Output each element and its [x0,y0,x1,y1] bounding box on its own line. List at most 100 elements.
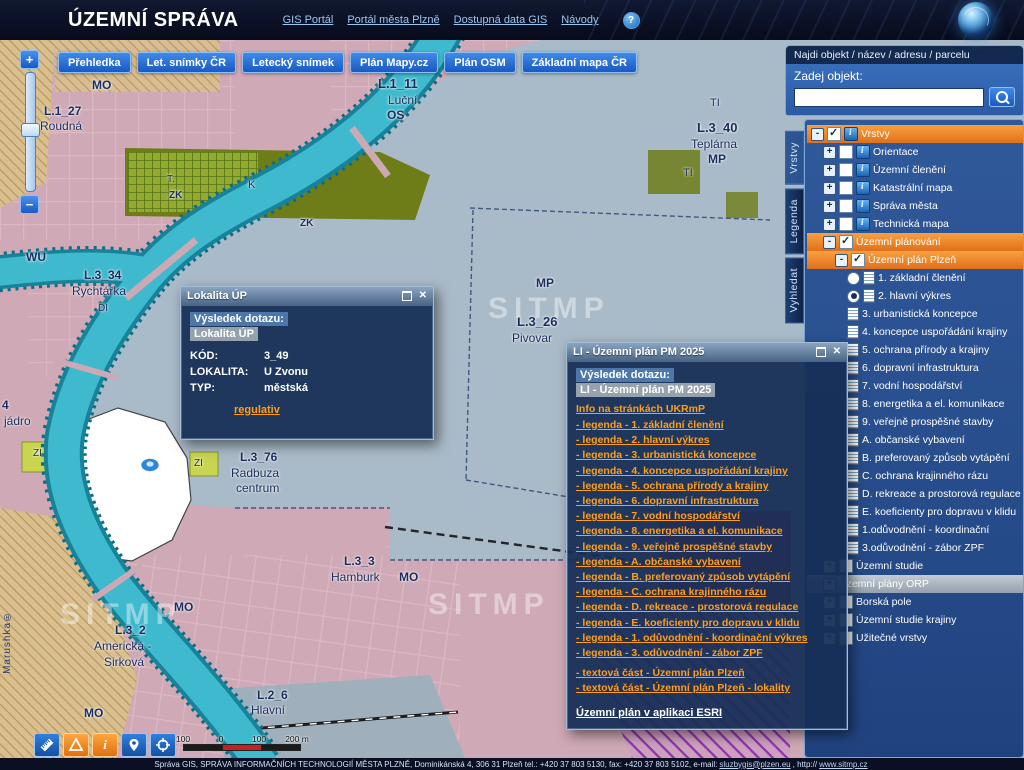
nav-portal-mesta-link[interactable]: Portál města Plzně [347,14,439,26]
legend-link[interactable]: - legenda - 8. energetika a el. komunika… [576,524,838,539]
basemap-let-snimky-button[interactable]: Let. snímky ČR [137,52,236,73]
plan-popup-titlebar[interactable]: LI - Územní plán PM 2025 [567,343,847,361]
layer-item-label: 8. energetika a el. komunikace [862,398,1004,410]
tab-legenda[interactable]: Legenda [785,188,804,254]
legend-link[interactable]: - legenda - 6. dopravní infrastruktura [576,494,838,509]
info-icon[interactable] [856,199,870,213]
zoom-in-button[interactable]: + [20,50,39,69]
checkbox[interactable] [839,217,853,231]
legend-link[interactable]: - legenda - 9. veřejně prospěšné stavby [576,540,838,555]
legend-link[interactable]: - legenda - 5. ochrana přírody a krajiny [576,479,838,494]
minimize-icon[interactable] [402,291,412,301]
layer-item[interactable]: 1. základní členění [807,269,1023,287]
legend-link[interactable]: - legenda - C. ochrana krajinného rázu [576,585,838,600]
layer-group-uzemni-cleneni[interactable]: + Územní členění [807,161,1023,179]
legend-link[interactable]: - legenda - A. občanské vybavení [576,555,838,570]
legend-link[interactable]: - legenda - 3. odůvodnění - zábor ZPF [576,646,838,661]
close-icon[interactable] [419,291,427,301]
expand-icon[interactable]: + [823,146,836,159]
layer-item[interactable]: 2. hlavní výkres [807,287,1023,305]
nav-navody-link[interactable]: Návody [561,14,598,26]
result-value: Lokalita ÚP [190,327,258,341]
info-icon[interactable] [844,127,858,141]
layer-group-vrstvy[interactable]: - Vrstvy [807,125,1023,143]
map-pin-marker[interactable] [141,458,160,472]
nav-gis-portal-link[interactable]: GIS Portál [283,14,334,26]
legend-link[interactable]: - legenda - B. preferovaný způsob vytápě… [576,570,838,585]
layer-doc-icon [863,271,875,285]
help-icon[interactable]: ? [623,12,640,29]
location-pin-icon [126,737,142,753]
zoom-slider[interactable] [25,72,36,192]
expand-icon[interactable]: + [823,200,836,213]
text-part-link[interactable]: - textová část - Územní plán Plzeň - lok… [576,681,838,696]
layer-group-uzemni-plan-plzen[interactable]: - Územní plán Plzeň [807,251,1023,269]
checkbox[interactable] [839,235,853,249]
legend-link[interactable]: - legenda - E. koeficienty pro dopravu v… [576,616,838,631]
footer-url-link[interactable]: www.sitmp.cz [819,760,867,769]
checkbox[interactable] [839,199,853,213]
text-part-link[interactable]: - textová část - Územní plán Plzeň [576,666,838,681]
collapse-icon[interactable]: - [811,128,824,141]
layer-radio-button[interactable] [847,290,860,303]
basemap-plan-osm-button[interactable]: Plán OSM [444,52,515,73]
expand-icon[interactable]: + [823,164,836,177]
app-title: ÚZEMNÍ SPRÁVA [68,9,239,32]
compass-tool-button[interactable] [150,733,176,757]
lokalita-popup-titlebar[interactable]: Lokalita ÚP [181,287,433,305]
info-icon[interactable] [856,145,870,159]
layer-doc-icon [847,415,859,429]
info-icon[interactable] [856,181,870,195]
basemap-zakladni-mapa-button[interactable]: Základní mapa ČR [522,52,637,73]
checkbox[interactable] [839,145,853,159]
info-tool-button[interactable]: i [92,733,118,757]
legend-link[interactable]: - legenda - 1. základní členění [576,418,838,433]
minimize-icon[interactable] [816,347,826,357]
basemap-prehledka-button[interactable]: Přehledka [58,52,131,73]
footer-email-link[interactable]: sluzbygis@plzen.eu [719,760,790,769]
tab-vrstvy[interactable]: Vrstvy [785,131,804,185]
basemap-letecky-snimek-button[interactable]: Letecký snímek [242,52,344,73]
legend-link[interactable]: - legenda - 4. koncepce uspořádání kraji… [576,464,838,479]
expand-icon[interactable]: + [823,182,836,195]
checkbox[interactable] [851,253,865,267]
basemap-plan-mapycz-button[interactable]: Plán Mapy.cz [350,52,438,73]
layer-group-uzemni-planovani[interactable]: - Územní plánování [807,233,1023,251]
location-tool-button[interactable] [121,733,147,757]
layer-item[interactable]: 3. urbanistická koncepce [807,305,1023,323]
info-icon[interactable] [856,163,870,177]
search-button[interactable] [989,87,1015,107]
legend-link[interactable]: - legenda - 1. odůvodnění - koordinační … [576,631,838,646]
layer-group-orientace[interactable]: + Orientace [807,143,1023,161]
legend-link[interactable]: - legenda - 7. vodní hospodářství [576,509,838,524]
esri-app-link[interactable]: Územní plán v aplikaci ESRI [576,707,838,719]
checkbox[interactable] [839,181,853,195]
zoom-slider-handle[interactable] [21,123,40,137]
measure-tool-button[interactable] [34,733,60,757]
legend-link[interactable]: - legenda - 2. hlavní výkres [576,433,838,448]
layer-group-katastralni-mapa[interactable]: + Katastrální mapa [807,179,1023,197]
info-icon[interactable] [856,217,870,231]
lokalita-popup: Lokalita ÚP Výsledek dotazu: Lokalita ÚP… [180,286,434,440]
nav-dostupna-data-link[interactable]: Dostupná data GIS [454,14,548,26]
search-input[interactable] [794,88,984,107]
expand-icon[interactable]: + [823,218,836,231]
layer-radio-button[interactable] [847,272,860,285]
collapse-icon[interactable]: - [823,236,836,249]
layer-group-label: Vrstvy [861,128,890,140]
zoom-out-button[interactable]: − [20,195,39,214]
collapse-icon[interactable]: - [835,254,848,267]
legend-link[interactable]: - legenda - D. rekreace - prostorová reg… [576,600,838,615]
tab-vyhledat[interactable]: Vyhledat [785,257,804,323]
legend-link[interactable]: - legenda - 3. urbanistická koncepce [576,448,838,463]
checkbox[interactable] [839,163,853,177]
layer-group-technicka-mapa[interactable]: + Technická mapa [807,215,1023,233]
layer-group-sprava-mesta[interactable]: + Správa města [807,197,1023,215]
result-value: LI - Územní plán PM 2025 [576,383,715,397]
regulativ-link[interactable]: regulativ [234,404,280,416]
draw-tool-button[interactable] [63,733,89,757]
checkbox[interactable] [827,127,841,141]
layer-item[interactable]: 4. koncepce uspořádání krajiny [807,323,1023,341]
ukrmp-info-link[interactable]: Info na stránkách UKRmP [576,403,838,415]
close-icon[interactable] [833,347,841,357]
